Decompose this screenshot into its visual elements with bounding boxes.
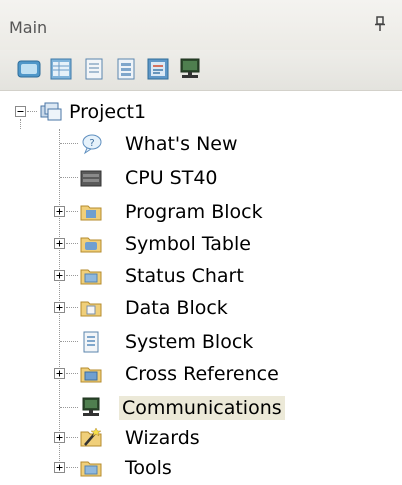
tree-item-program-block[interactable]: Program Block — [0, 197, 402, 229]
expand-icon[interactable] — [54, 270, 65, 281]
tree-item-label: Wizards — [125, 427, 200, 449]
project-tree: Project1 ? What's New CPU ST40 Program B… — [0, 91, 402, 479]
tree-item-label: Project1 — [69, 101, 147, 123]
tree-item-status-chart[interactable]: Status Chart — [0, 261, 402, 293]
status-chart-icon — [80, 269, 102, 285]
symbol-table-icon — [80, 237, 102, 253]
tree-connector — [66, 211, 78, 212]
panel-title: Main — [9, 18, 48, 37]
tree-connector — [66, 275, 78, 276]
project-icon — [40, 102, 62, 121]
symbol-table-icon[interactable] — [17, 58, 41, 80]
system-block-icon[interactable] — [114, 58, 138, 80]
whats-new-icon: ? — [82, 134, 102, 155]
status-chart-icon[interactable] — [49, 58, 73, 80]
expand-icon[interactable] — [54, 432, 65, 443]
tree-connector — [60, 177, 78, 178]
tree-item-label: Cross Reference — [125, 363, 279, 385]
cross-reference-icon[interactable] — [146, 58, 170, 80]
tree-connector — [60, 143, 78, 144]
tree-item-symbol-table[interactable]: Symbol Table — [0, 229, 402, 261]
expand-icon[interactable] — [54, 368, 65, 379]
wizards-icon — [80, 427, 102, 447]
tree-item-label: System Block — [125, 331, 254, 353]
data-block-icon — [80, 301, 102, 317]
communications-icon — [82, 397, 100, 416]
expand-icon[interactable] — [54, 462, 65, 473]
pin-icon[interactable] — [375, 16, 385, 32]
tree-item-cpu-st40[interactable]: CPU ST40 — [0, 163, 402, 195]
tree-item-system-block[interactable]: System Block — [0, 327, 402, 359]
system-block-icon — [83, 331, 99, 353]
tree-connector — [66, 307, 78, 308]
tree-item-label: Status Chart — [125, 265, 244, 287]
tree-item-wizards[interactable]: Wizards — [0, 423, 402, 455]
tree-connector — [27, 111, 37, 112]
tree-item-label: Communications — [119, 396, 285, 420]
data-block-icon[interactable] — [82, 58, 106, 80]
main-toolbar — [0, 50, 402, 91]
panel-titlebar: Main — [0, 0, 402, 50]
tree-item-label: CPU ST40 — [125, 167, 218, 189]
tree-item-project1[interactable]: Project1 — [0, 97, 402, 129]
cross-reference-icon — [80, 367, 102, 383]
tree-item-data-block[interactable]: Data Block — [0, 293, 402, 325]
tree-item-communications[interactable]: Communications — [0, 393, 402, 425]
tree-connector — [66, 373, 78, 374]
communications-icon[interactable] — [178, 58, 202, 80]
expand-icon[interactable] — [54, 238, 65, 249]
expand-icon[interactable] — [54, 302, 65, 313]
program-block-icon — [80, 205, 102, 221]
tree-item-label: Program Block — [125, 201, 263, 223]
tree-item-label: Symbol Table — [125, 233, 251, 255]
tools-icon — [80, 461, 102, 477]
tree-connector — [66, 243, 78, 244]
tree-connector — [60, 341, 78, 342]
tree-connector — [60, 407, 78, 408]
tree-item-whats-new[interactable]: ? What's New — [0, 129, 402, 161]
expand-icon[interactable] — [54, 206, 65, 217]
collapse-icon[interactable] — [15, 106, 26, 117]
main-panel: Main Project1 ? What's New CPU ST40 Prog… — [0, 0, 402, 479]
tree-item-tools[interactable]: Tools — [0, 453, 402, 485]
tree-item-label: What's New — [125, 133, 238, 155]
tree-item-label: Tools — [125, 457, 172, 479]
tree-item-label: Data Block — [125, 297, 228, 319]
svg-text:?: ? — [89, 138, 94, 149]
tree-connector — [66, 437, 78, 438]
tree-connector — [66, 467, 78, 468]
tree-item-cross-reference[interactable]: Cross Reference — [0, 359, 402, 391]
cpu-icon — [80, 170, 102, 187]
